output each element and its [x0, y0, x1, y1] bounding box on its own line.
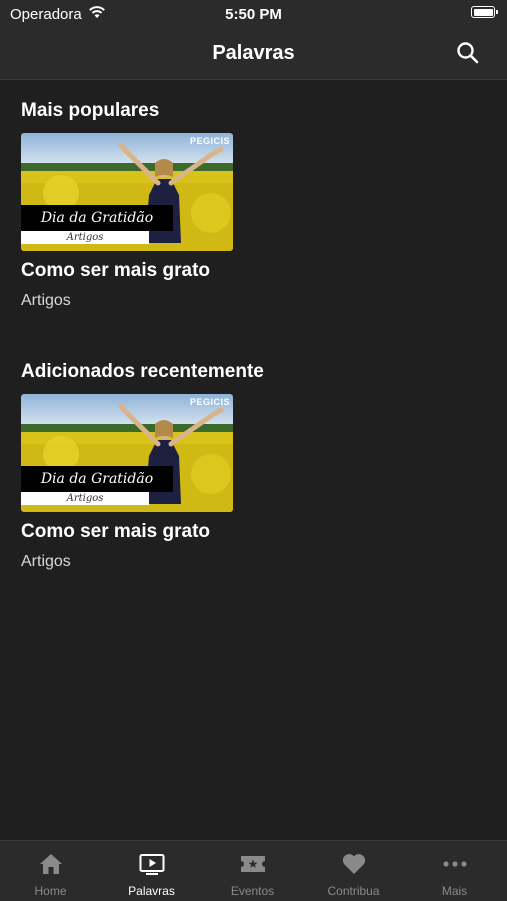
content-card[interactable]: PEGICIS Dia da Gratidão Artigos Como ser…: [21, 394, 261, 571]
tab-mais[interactable]: Mais: [404, 841, 505, 901]
heart-icon: [342, 854, 366, 874]
status-bar: Operadora 5:50 PM: [0, 0, 507, 28]
tab-eventos[interactable]: Eventos: [202, 841, 303, 901]
section-title-popular: Mais populares: [21, 100, 160, 121]
thumbnail-banner: Dia da Gratidão: [21, 466, 173, 492]
content-card[interactable]: PEGICIS Dia da Gratidão Artigos Como ser…: [21, 133, 261, 310]
tab-bar: Home Palavras Eventos Contribua Mais: [0, 840, 507, 901]
tab-contribua[interactable]: Contribua: [303, 841, 404, 901]
tab-home[interactable]: Home: [0, 841, 101, 901]
brand-logo: PEGICIS: [189, 397, 230, 407]
clock: 5:50 PM: [225, 6, 282, 23]
page-title: Palavras: [212, 42, 295, 64]
ticket-icon: [241, 856, 265, 872]
thumbnail-banner: Dia da Gratidão: [21, 205, 173, 231]
section-title-recent: Adicionados recentemente: [21, 361, 264, 382]
card-category: Artigos: [21, 553, 71, 570]
brand-logo: PEGICIS: [189, 136, 230, 146]
tab-label: Mais: [441, 884, 468, 898]
search-icon[interactable]: [455, 40, 481, 66]
play-screen-icon: [139, 854, 165, 875]
navigation-bar: Palavras: [0, 28, 507, 80]
thumbnail-image: PEGICIS Dia da Gratidão Artigos: [21, 394, 233, 512]
thumbnail-subtitle: Artigos: [21, 492, 149, 505]
tab-label: Palavras: [128, 884, 175, 898]
battery-icon: [471, 6, 498, 18]
home-icon: [40, 854, 62, 874]
tab-palavras[interactable]: Palavras: [101, 841, 202, 901]
thumbnail-image: PEGICIS Dia da Gratidão Artigos: [21, 133, 233, 251]
tab-label: Contribua: [327, 884, 380, 898]
tab-label: Eventos: [230, 884, 275, 898]
more-dots-icon: [443, 861, 467, 867]
tab-label: Home: [34, 884, 67, 898]
card-title: Como ser mais grato: [21, 521, 210, 542]
card-title: Como ser mais grato: [21, 260, 210, 281]
thumbnail-subtitle: Artigos: [21, 231, 149, 244]
card-category: Artigos: [21, 292, 71, 309]
